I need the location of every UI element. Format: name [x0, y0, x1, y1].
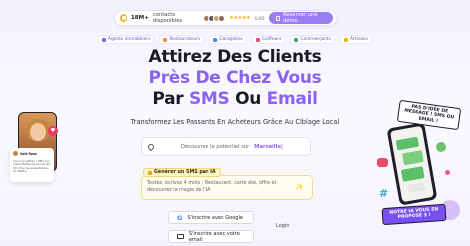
signup-google-label: S'inscrire avec Google	[187, 214, 243, 221]
users-icon	[120, 14, 127, 22]
tag-coiffeurs[interactable]: Coiffeurs	[251, 35, 286, 44]
tag-artisans[interactable]: Artisans	[340, 35, 372, 44]
heart-icon: ♥	[48, 126, 58, 136]
sparkle-icon[interactable]: ✨	[295, 184, 304, 191]
sender-name: Salé Rose	[20, 151, 37, 156]
avatar	[218, 14, 226, 22]
headline-email: Email	[266, 89, 318, 109]
signup-google-button[interactable]: G S'inscrire avec Google	[168, 211, 254, 224]
chat-bubble-icon	[377, 158, 388, 167]
avatar	[13, 151, 18, 156]
tag-agents-immobiliers[interactable]: Agents immobiliers	[98, 35, 155, 44]
tag-label: Restaurateurs	[169, 37, 201, 42]
shop-icon	[294, 37, 299, 42]
map-pin-icon	[146, 142, 156, 151]
tag-garagistes[interactable]: Garagistes	[209, 35, 247, 44]
headline-line-2: Près De Chez Vous	[148, 68, 322, 88]
phone-illustration-left: ♥ Salé Rose Coucou Jonathan ! Offre aux …	[10, 112, 58, 216]
tag-label: Coiffeurs	[261, 37, 282, 42]
car-icon	[213, 37, 218, 42]
contacts-count: 18M+	[130, 15, 149, 21]
decorative-dot	[445, 170, 450, 175]
signup-email-button[interactable]: S'inscrire avec votre email	[168, 230, 254, 243]
rating-stars: ★★★★★	[229, 15, 251, 21]
house-icon	[102, 37, 106, 42]
headline-prefix: Par	[152, 89, 189, 109]
scissors-icon	[255, 37, 260, 42]
hammer-icon	[344, 37, 349, 42]
fork-knife-icon	[163, 37, 168, 42]
book-demo-button[interactable]: Réserver une démo	[268, 12, 333, 24]
book-demo-label: Réserver une démo	[283, 12, 318, 24]
search-prefix: Découvrez le potentiel sur	[181, 143, 250, 150]
avatar-group	[203, 14, 226, 22]
sms-message: Coucou Jonathan ! Offre aux clients fidè…	[13, 160, 51, 174]
search-city: Marseille|	[254, 143, 283, 150]
stats-pill: 18M+ contacts disponibles ★★★★★ 4.9/5 Ré…	[114, 10, 337, 26]
sms-preview-card: Salé Rose Coucou Jonathan ! Offre aux cl…	[10, 148, 54, 182]
signup-email-label: S'inscrire avec votre email	[188, 230, 240, 243]
phone-illustration-right	[386, 122, 438, 206]
tag-label: Commerçants	[300, 37, 332, 42]
ia-badge-label: Générer un SMS par IA	[154, 170, 216, 175]
promo-callout-bottom: NOTRE IA VOUS EN PROPOSE 3 !	[381, 203, 447, 226]
mail-icon	[177, 234, 184, 239]
lock-icon	[148, 170, 152, 175]
ia-prompt-input[interactable]: Testez, écrivez 4 mots : Restaurant, car…	[141, 175, 313, 200]
headline-line-1: Attirez Des Clients	[148, 47, 322, 67]
thumbs-up-icon	[436, 142, 446, 152]
ia-badge: Générer un SMS par IA	[143, 168, 221, 177]
tag-label: Agents immobiliers	[108, 37, 151, 42]
rating-text: 4.9/5	[254, 15, 265, 21]
tag-label: Garagistes	[219, 37, 243, 42]
headline-sms: SMS	[188, 89, 230, 109]
login-link[interactable]: Login	[276, 223, 290, 229]
google-icon: G	[177, 213, 183, 222]
tag-restaurateurs[interactable]: Restaurateurs	[159, 35, 205, 44]
tag-label: Artisans	[350, 37, 368, 42]
headline-mid: Ou	[229, 89, 267, 109]
calendar-icon	[275, 15, 281, 21]
category-tags: Agents immobiliers Restaurateurs Garagis…	[98, 35, 372, 44]
location-search-input[interactable]: Découvrez le potentiel sur Marseille|	[141, 137, 311, 156]
ia-placeholder: Testez, écrivez 4 mots : Restaurant, car…	[147, 181, 277, 193]
contacts-label: contacts disponibles	[152, 12, 183, 24]
hashtag-icon: #	[379, 187, 389, 200]
tag-commercants[interactable]: Commerçants	[290, 35, 336, 44]
